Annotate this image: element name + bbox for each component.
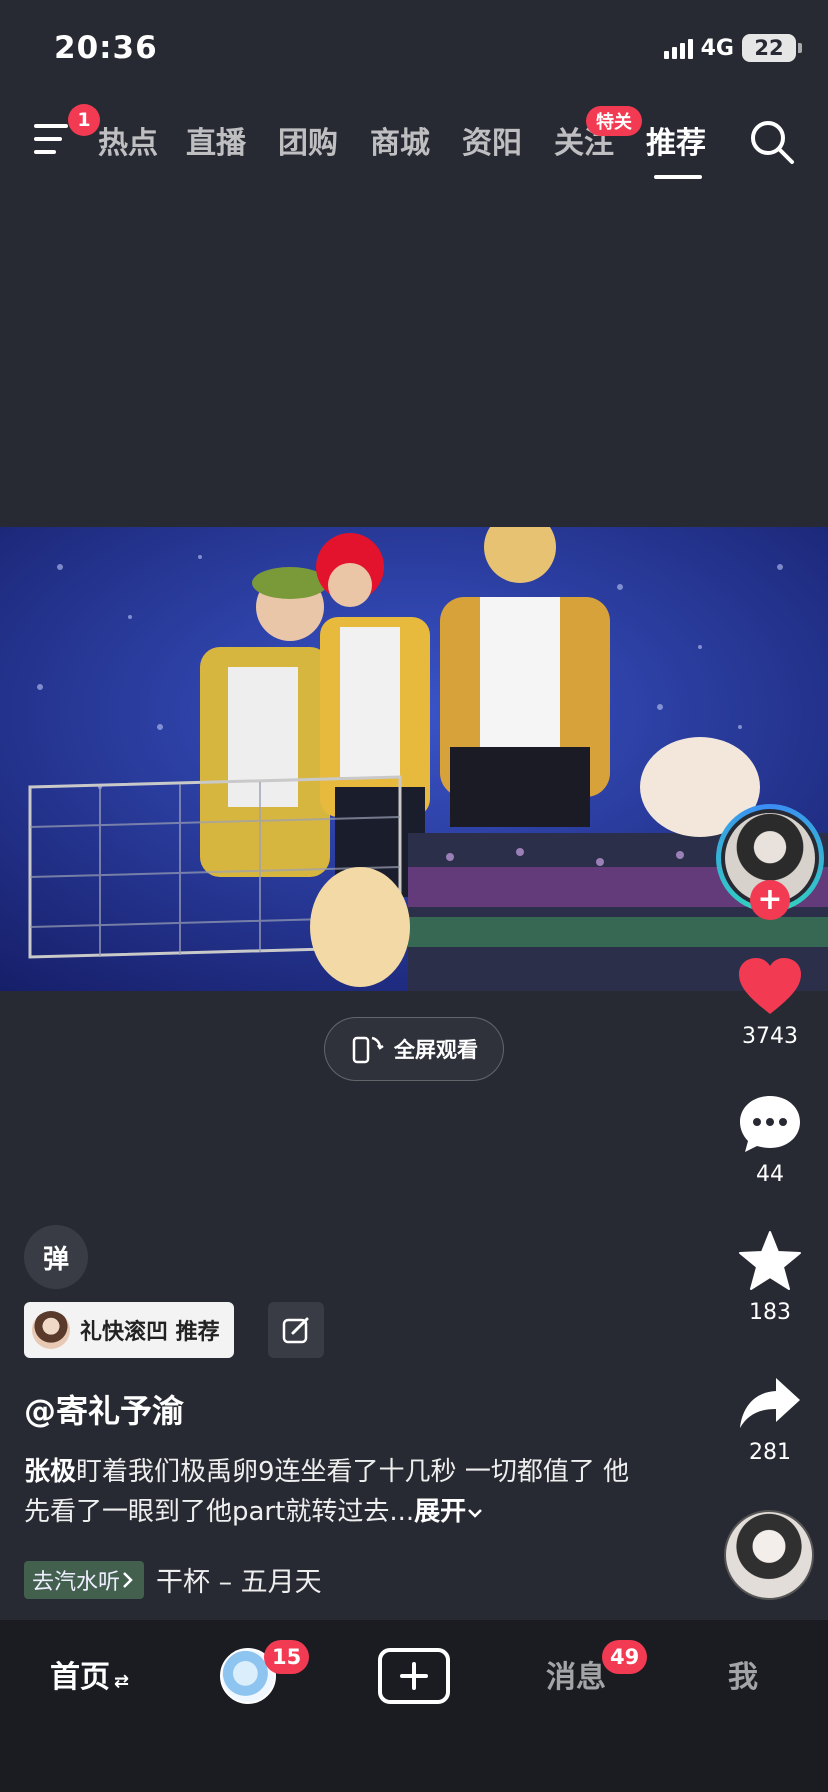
music-source-label: 去汽水听 (32, 1569, 121, 1595)
menu-badge: 1 (68, 104, 100, 136)
video-frame (0, 527, 828, 991)
following-badge: 特关 (586, 106, 642, 136)
mentioned-name[interactable]: 张极 (24, 1457, 76, 1487)
tab-mall[interactable]: 商城 (370, 118, 430, 162)
like-count: 3743 (742, 1024, 798, 1049)
music-name: 干杯 – 五月天 (156, 1567, 322, 1598)
expand-label: 展开 (414, 1497, 467, 1527)
star-icon (739, 1231, 801, 1290)
plus-icon (400, 1662, 428, 1690)
video-description[interactable]: 张极盯着我们极禹卵9连坐看了十几秒 一切都值了 他先看了一眼到了他part就转过… (24, 1452, 644, 1532)
follow-plus-button[interactable]: + (750, 880, 790, 920)
fullscreen-button[interactable]: 全屏观看 (324, 1017, 504, 1081)
edit-icon (282, 1317, 309, 1344)
tab-messages[interactable]: 消息 (546, 1652, 606, 1696)
share-arrow-icon (740, 1378, 800, 1428)
battery-level: 22 (754, 36, 784, 60)
heart-icon (739, 958, 801, 1014)
signal-icon (663, 37, 693, 59)
fullscreen-label: 全屏观看 (394, 1038, 478, 1062)
expand-link[interactable]: 展开 (414, 1497, 484, 1527)
bottom-tab-bar (0, 1620, 828, 1792)
chevron-down-icon (468, 1509, 483, 1518)
favorite-count: 183 (749, 1300, 791, 1325)
refresh-icon: ⇄ (114, 1671, 130, 1692)
danmaku-label: 弹 (42, 1244, 69, 1275)
video-player[interactable] (0, 527, 828, 991)
comment-count: 44 (756, 1162, 784, 1187)
share-button[interactable]: 281 (722, 1376, 818, 1465)
tab-live[interactable]: 直播 (186, 118, 246, 162)
tab-home-label: 首页 (50, 1660, 110, 1695)
comment-icon (740, 1096, 800, 1152)
create-button[interactable] (378, 1648, 450, 1704)
tab-group-buy[interactable]: 团购 (278, 118, 338, 162)
tab-home[interactable]: 首页 ⇄ (50, 1652, 129, 1696)
status-indicators: 4G 22 (663, 34, 802, 62)
friends-badge: 15 (264, 1640, 310, 1674)
comment-button[interactable]: 44 (722, 1092, 818, 1187)
recommend-chip[interactable]: 礼快滚凹 推荐 (24, 1302, 234, 1358)
tab-me[interactable]: 我 (728, 1652, 758, 1696)
music-row[interactable]: 去汽水听 干杯 – 五月天 (24, 1560, 322, 1599)
messages-badge: 49 (602, 1640, 648, 1674)
like-button[interactable]: 3743 (722, 956, 818, 1049)
status-time: 20:36 (54, 30, 158, 66)
description-text: 盯着我们极禹卵9连坐看了十几秒 一切都值了 他先看了一眼到了他part就转过去.… (24, 1457, 630, 1527)
favorite-button[interactable]: 183 (722, 1230, 818, 1325)
active-tab-indicator (654, 175, 702, 179)
menu-icon[interactable] (34, 122, 74, 156)
music-disc[interactable] (724, 1510, 814, 1600)
network-type: 4G (700, 35, 734, 61)
recommender-avatar (32, 1311, 70, 1349)
danmaku-toggle[interactable]: 弹 (24, 1225, 88, 1289)
tab-ziyang[interactable]: 资阳 (462, 118, 522, 162)
rotate-screen-icon (352, 1036, 384, 1064)
tab-hot[interactable]: 热点 (98, 118, 158, 162)
edit-button[interactable] (268, 1302, 324, 1358)
search-icon[interactable] (748, 118, 796, 166)
recommend-chip-label: 礼快滚凹 推荐 (80, 1320, 220, 1345)
music-source-tag[interactable]: 去汽水听 (24, 1560, 145, 1599)
battery-icon: 22 (742, 34, 802, 62)
author-name[interactable]: @寄礼予渝 (24, 1386, 184, 1432)
tab-recommend[interactable]: 推荐 (646, 118, 706, 162)
share-count: 281 (749, 1440, 791, 1465)
chevron-right-icon (123, 1571, 133, 1588)
